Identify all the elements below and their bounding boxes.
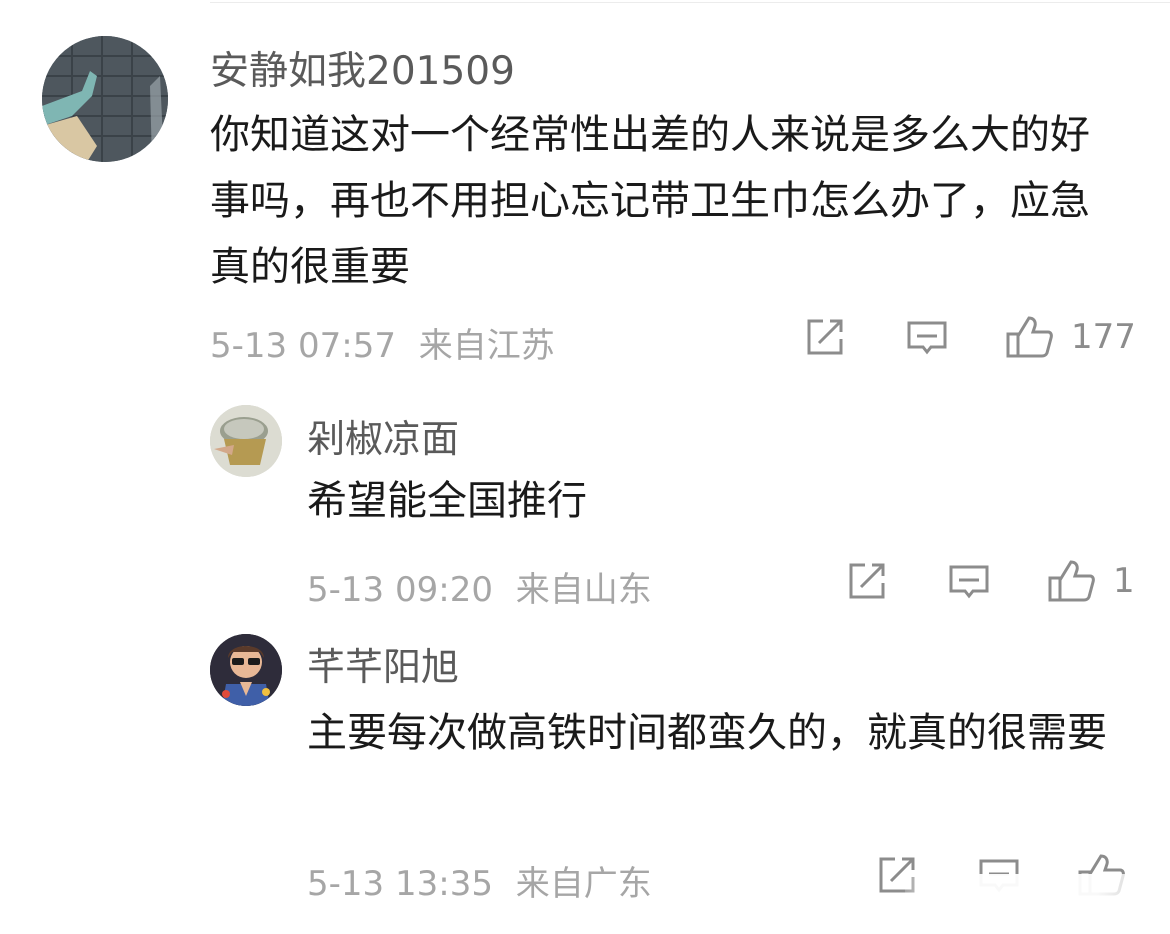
top-divider [210,2,1170,3]
reply-text: 希望能全国推行 [307,478,587,524]
reply-actions: 1 [845,558,1135,604]
username[interactable]: 安静如我201509 [210,40,515,96]
user-avatar[interactable] [210,634,282,706]
like-count: 1 [1113,561,1135,601]
thumbs-up-icon[interactable] [1005,314,1055,360]
reply-time: 5-13 13:35 [307,864,493,904]
reply-meta: 5-13 09:20 来自山东 [307,562,652,611]
comment-icon[interactable] [947,559,991,603]
username[interactable]: 芊芊阳旭 [307,636,459,691]
thumbs-up-icon[interactable] [1047,558,1097,604]
share-icon[interactable] [845,559,889,603]
like-count: 177 [1071,317,1136,357]
comment-icon[interactable] [905,315,949,359]
comment-text: 你知道这对一个经常性出差的人来说是多么大的好事吗，再也不用担心忘记带卫生巾怎么办… [210,112,1090,290]
watermark-overlay [905,874,1145,908]
user-avatar[interactable] [210,405,282,477]
comment-location: 来自江苏 [418,326,555,366]
share-icon[interactable] [803,315,847,359]
reply-text: 主要每次做高铁时间都蛮久的，就真的很需要 [307,710,1107,756]
reply-meta: 5-13 13:35 来自广东 [307,856,652,905]
username[interactable]: 剁椒凉面 [307,408,459,463]
user-avatar[interactable] [42,36,168,162]
comment-actions: 177 [803,314,1136,360]
comment-meta: 5-13 07:57 来自江苏 [210,318,555,367]
reply-location: 来自广东 [515,864,652,904]
reply-location: 来自山东 [515,570,652,610]
reply-time: 5-13 09:20 [307,570,493,610]
comment-time: 5-13 07:57 [210,326,396,366]
